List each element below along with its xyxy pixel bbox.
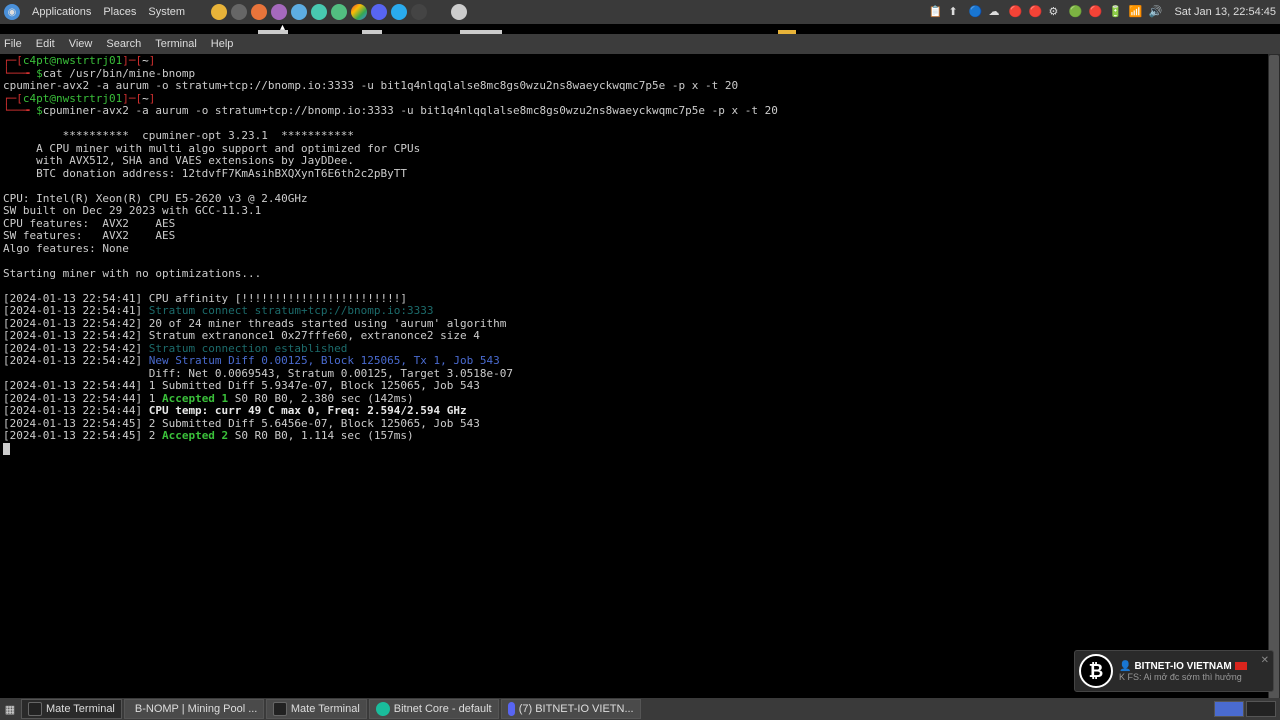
menu-edit[interactable]: Edit [36,38,55,50]
notification-popup[interactable]: ₿ 👤 BITNET-IO VIETNAM K FS: Ai mở đc sớm… [1074,650,1274,692]
app-icon[interactable] [331,4,347,20]
app-icon[interactable] [211,4,227,20]
taskbar: Mate Terminal B-NOMP | Mining Pool ... Mat… [20,699,642,719]
person-icon: 👤 [1119,661,1131,672]
window-stub [778,30,796,34]
top-panel: ◉ Applications Places System 📋 ⬆ 🔵 ☁ 🔴 🔴… [0,0,1280,24]
taskbar-label: (7) BITNET-IO VIETN... [519,703,634,715]
mate-logo-icon[interactable]: ◉ [4,4,20,20]
tray-icon[interactable]: ☁ [988,5,1002,19]
bitnet-icon [376,702,390,716]
window-stub [258,30,288,34]
discord-icon[interactable] [371,4,387,20]
taskbar-label: Mate Terminal [291,703,360,715]
taskbar-label: Mate Terminal [46,703,115,715]
network-icon[interactable]: 📶 [1128,5,1142,19]
chrome-icon[interactable] [351,4,367,20]
show-desktop-button[interactable]: ▦ [0,699,20,719]
launcher-icons [211,4,467,20]
terminal-menubar: File Edit View Search Terminal Help [0,34,1280,54]
taskbar-item[interactable]: B-NOMP | Mining Pool ... [124,699,264,719]
terminal-icon [273,702,287,716]
window-stub [362,30,382,34]
menu-view[interactable]: View [69,38,93,50]
tray-icon[interactable]: 🔴 [1008,5,1022,19]
terminal-icon [28,702,42,716]
system-tray: 📋 ⬆ 🔵 ☁ 🔴 🔴 ⚙ 🟢 🔴 🔋 📶 🔊 Sat Jan 13, 22:5… [928,5,1276,19]
app-icon[interactable] [411,4,427,20]
tray-icon[interactable]: 🟢 [1068,5,1082,19]
taskbar-label: B-NOMP | Mining Pool ... [135,703,257,715]
taskbar-label: Bitnet Core - default [394,703,492,715]
notification-body: K FS: Ai mở đc sớm thì hưởng [1119,672,1261,682]
volume-icon[interactable]: 🔊 [1148,5,1162,19]
menu-search[interactable]: Search [106,38,141,50]
tray-icon[interactable]: ⬆ [948,5,962,19]
app-icon[interactable] [311,4,327,20]
workspace-1[interactable] [1214,701,1244,717]
applications-menu[interactable]: Applications [32,6,91,18]
discord-icon [508,702,515,716]
taskbar-item[interactable]: Mate Terminal [266,699,367,719]
scrollbar-thumb[interactable] [1269,55,1279,699]
taskbar-item[interactable]: Mate Terminal [21,699,122,719]
taskbar-item[interactable]: (7) BITNET-IO VIETN... [501,699,641,719]
system-menu[interactable]: System [148,6,185,18]
desktop-gap: ▴ [0,24,1280,34]
menu-help[interactable]: Help [211,38,234,50]
menu-terminal[interactable]: Terminal [155,38,197,50]
tray-icon[interactable]: ⚙ [1048,5,1062,19]
window-stub [460,30,502,34]
bottom-panel: ▦ Mate TerminalB-NOMP | Mining Pool ...M… [0,698,1280,720]
workspace-switcher[interactable] [1214,701,1280,717]
app-icon[interactable] [231,4,247,20]
tray-icon[interactable]: 🔵 [968,5,982,19]
app-icon[interactable] [271,4,287,20]
tray-icon[interactable]: 🔴 [1088,5,1102,19]
flag-icon [1235,662,1247,670]
workspace-2[interactable] [1246,701,1276,717]
app-icon[interactable] [291,4,307,20]
taskbar-item[interactable]: Bitnet Core - default [369,699,499,719]
battery-icon[interactable]: 🔋 [1108,5,1122,19]
terminal-content[interactable]: ┌─[c4pt@nwstrtrj01]─[~] └──╼ $cat /usr/b… [0,54,1280,698]
telegram-icon[interactable] [391,4,407,20]
notification-title: 👤 BITNET-IO VIETNAM [1119,661,1261,672]
clock[interactable]: Sat Jan 13, 22:54:45 [1174,6,1276,18]
menu-file[interactable]: File [4,38,22,50]
close-icon[interactable]: ✕ [1261,655,1269,666]
tray-icon[interactable]: 📋 [928,5,942,19]
scrollbar[interactable] [1268,54,1280,698]
firefox-icon[interactable] [251,4,267,20]
tray-icon[interactable]: 🔴 [1028,5,1042,19]
places-menu[interactable]: Places [103,6,136,18]
app-icon[interactable] [451,4,467,20]
bitcoin-icon: ₿ [1079,654,1113,688]
